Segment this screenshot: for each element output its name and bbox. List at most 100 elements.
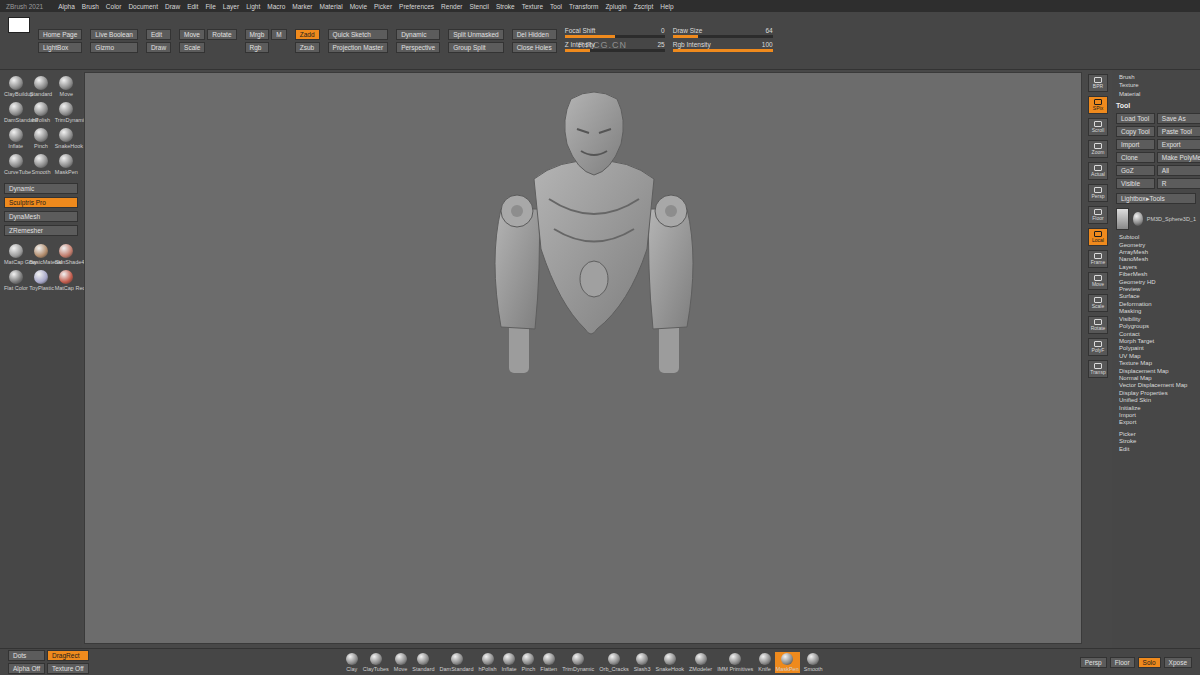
brush-tile[interactable]: Standard: [29, 76, 52, 97]
shelf-button[interactable]: Live Boolean: [90, 29, 138, 40]
brush-slot[interactable]: Move: [393, 652, 408, 673]
palette-title[interactable]: Brush: [1116, 74, 1196, 81]
brush-tile[interactable]: Move: [55, 76, 78, 97]
brush-slot[interactable]: Smooth: [803, 652, 824, 673]
brush-slot[interactable]: Orb_Cracks: [598, 652, 629, 673]
shelf-button[interactable]: Dynamic: [396, 29, 440, 40]
view-button[interactable]: Scale: [1088, 294, 1108, 312]
menu-item[interactable]: Layer: [223, 3, 239, 10]
document-canvas[interactable]: [84, 72, 1082, 644]
material-tile[interactable]: BasicMaterial: [29, 244, 52, 265]
subpalette-item[interactable]: UV Map: [1116, 353, 1196, 360]
menu-item[interactable]: Material: [320, 3, 343, 10]
menu-item[interactable]: Edit: [187, 3, 198, 10]
slider-track[interactable]: [565, 35, 665, 38]
brush-slot[interactable]: Inflate: [501, 652, 518, 673]
brush-tile[interactable]: hPolish: [29, 102, 52, 123]
sculpt-model-icon[interactable]: [479, 89, 709, 379]
tool-button[interactable]: All: [1157, 165, 1200, 176]
tool-button[interactable]: Export: [1157, 139, 1200, 150]
palette-title[interactable]: Stroke: [1116, 438, 1196, 445]
subpalette-item[interactable]: Layers: [1116, 264, 1196, 271]
menu-item[interactable]: Stencil: [469, 3, 489, 10]
tray-button[interactable]: Dynamic: [4, 183, 78, 194]
menu-item[interactable]: Alpha: [58, 3, 75, 10]
menu-item[interactable]: Draw: [165, 3, 180, 10]
tool-button[interactable]: Load Tool: [1116, 113, 1155, 124]
shelf-button[interactable]: Zadd: [295, 29, 320, 40]
subpalette-item[interactable]: Subtool: [1116, 234, 1196, 241]
shelf-button[interactable]: Mrgb: [245, 29, 270, 40]
shelf-button[interactable]: Draw: [146, 42, 171, 53]
stroke-field[interactable]: Alpha Off: [8, 663, 45, 674]
subpalette-item[interactable]: Geometry HD: [1116, 279, 1196, 286]
brush-slot[interactable]: Slash3: [633, 652, 652, 673]
tool-button[interactable]: Import: [1116, 139, 1155, 150]
subpalette-item[interactable]: Deformation: [1116, 301, 1196, 308]
menu-item[interactable]: Preferences: [399, 3, 434, 10]
brush-slot[interactable]: SnakeHook: [655, 652, 685, 673]
tool-button[interactable]: GoZ: [1116, 165, 1155, 176]
tool-button[interactable]: R: [1157, 178, 1200, 189]
shelf-button[interactable]: M: [271, 29, 286, 40]
brush-tile[interactable]: MaskPen: [55, 154, 78, 175]
subpalette-item[interactable]: Masking: [1116, 308, 1196, 315]
brush-tile[interactable]: Pinch: [29, 128, 52, 149]
brush-slot[interactable]: DamStandard: [439, 652, 475, 673]
subpalette-item[interactable]: Preview: [1116, 286, 1196, 293]
tool-button[interactable]: Copy Tool: [1116, 126, 1155, 137]
tool-button[interactable]: Save As: [1157, 113, 1200, 124]
view-button[interactable]: SPix: [1088, 96, 1108, 114]
subpalette-item[interactable]: Normal Map: [1116, 375, 1196, 382]
material-tile[interactable]: MatCap Gray: [4, 244, 27, 265]
brush-slot[interactable]: Clay: [345, 652, 359, 673]
palette-title[interactable]: Material: [1116, 91, 1196, 98]
view-button[interactable]: Floor: [1088, 206, 1108, 224]
shelf-button[interactable]: Gizmo: [90, 42, 138, 53]
brush-tile[interactable]: Inflate: [4, 128, 27, 149]
stroke-field[interactable]: Texture Off: [47, 663, 89, 674]
brush-slot[interactable]: Standard: [411, 652, 435, 673]
shelf-button[interactable]: Close Holes: [512, 42, 557, 53]
menu-item[interactable]: Color: [106, 3, 122, 10]
shelf-button[interactable]: Rgb: [245, 42, 270, 53]
view-button[interactable]: BPR: [1088, 74, 1108, 92]
view-button[interactable]: Scroll: [1088, 118, 1108, 136]
material-tile[interactable]: Flat Color: [4, 270, 27, 291]
view-toggle[interactable]: Persp: [1080, 657, 1107, 668]
view-button[interactable]: Move: [1088, 272, 1108, 290]
subpalette-item[interactable]: Contact: [1116, 331, 1196, 338]
tool-palette-title[interactable]: Tool: [1116, 102, 1196, 109]
brush-slot[interactable]: MaskPen: [775, 652, 800, 673]
view-button[interactable]: Actual: [1088, 162, 1108, 180]
menu-item[interactable]: Zscript: [634, 3, 654, 10]
shelf-button[interactable]: Group Split: [448, 42, 504, 53]
menu-item[interactable]: Document: [128, 3, 158, 10]
menu-item[interactable]: Movie: [350, 3, 367, 10]
shelf-button[interactable]: Edit: [146, 29, 171, 40]
view-button[interactable]: Frame: [1088, 250, 1108, 268]
menu-item[interactable]: Help: [660, 3, 673, 10]
view-toggle[interactable]: Solo: [1138, 657, 1161, 668]
subpalette-item[interactable]: Morph Target: [1116, 338, 1196, 345]
tray-button[interactable]: DynaMesh: [4, 211, 78, 222]
brush-slot[interactable]: ClayTubes: [362, 652, 390, 673]
sphere-tool-icon[interactable]: [1133, 212, 1143, 226]
view-toggle[interactable]: Floor: [1110, 657, 1135, 668]
view-button[interactable]: Local: [1088, 228, 1108, 246]
brush-tile[interactable]: Smooth: [29, 154, 52, 175]
material-tile[interactable]: ToyPlastic: [29, 270, 52, 291]
subpalette-item[interactable]: Displacement Map: [1116, 368, 1196, 375]
tool-button[interactable]: Visible: [1116, 178, 1155, 189]
tray-button[interactable]: ZRemesher: [4, 225, 78, 236]
palette-title[interactable]: Picker: [1116, 431, 1196, 438]
subpalette-item[interactable]: Vector Displacement Map: [1116, 382, 1196, 389]
menu-item[interactable]: Zplugin: [605, 3, 626, 10]
tool-button[interactable]: Paste Tool: [1157, 126, 1200, 137]
shelf-button[interactable]: Scale: [179, 42, 205, 53]
subpalette-item[interactable]: NanoMesh: [1116, 256, 1196, 263]
subpalette-item[interactable]: Texture Map: [1116, 360, 1196, 367]
menu-item[interactable]: Texture: [522, 3, 543, 10]
view-button[interactable]: PolyF: [1088, 338, 1108, 356]
menu-item[interactable]: Tool: [550, 3, 562, 10]
